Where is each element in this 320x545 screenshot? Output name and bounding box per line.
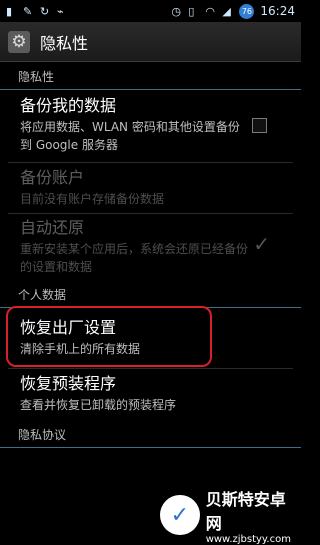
- watermark-logo-icon: ✓: [160, 495, 200, 535]
- usb-icon: ⌁: [57, 4, 64, 18]
- section-header-privacy: 隐私性: [0, 64, 301, 90]
- battery-icon: 76: [239, 3, 255, 19]
- watermark-title: 贝斯特安卓网: [205, 489, 286, 533]
- backup-checkbox[interactable]: [252, 118, 267, 133]
- section-header-personal: 个人数据: [0, 282, 301, 308]
- pref-backup-data-summary: 将应用数据、WLAN 密码和其他设置备份到 Google 服务器: [20, 120, 240, 152]
- status-right: ◷ ▯ ◠ ◢ 76 16:24: [171, 3, 295, 19]
- pref-restore-preinstalled-summary: 查看并恢复已卸载的预装程序: [20, 398, 177, 412]
- pref-backup-account-summary: 目前没有账户存储备份数据: [20, 192, 165, 206]
- divider: [8, 368, 293, 369]
- pref-backup-account[interactable]: 备份账户 目前没有账户存储备份数据: [0, 168, 301, 208]
- page-title: 隐私性: [40, 33, 89, 53]
- auto-restore-check-icon[interactable]: ✓: [253, 232, 270, 256]
- pref-backup-data-title: 备份我的数据: [20, 96, 117, 115]
- sync-icon: ↻: [40, 4, 50, 18]
- watermark-url: www.zjbstyy.com: [205, 533, 291, 545]
- status-left: ▮ ✎ ↻ ⌁: [6, 6, 68, 17]
- silent-icon: ▯: [188, 4, 195, 18]
- watermark: ✓ 贝斯特安卓网 www.zjbstyy.com: [160, 490, 301, 545]
- pref-auto-restore-summary: 重新安装某个应用后，系统会还原已经备份的设置和数据: [20, 242, 249, 274]
- pref-restore-preinstalled[interactable]: 恢复预装程序 查看并恢复已卸载的预装程序: [0, 374, 301, 414]
- gear-icon[interactable]: ⚙: [8, 30, 30, 53]
- edit-icon: ✎: [23, 4, 33, 18]
- status-time: 16:24: [260, 4, 295, 18]
- status-bar: ▮ ✎ ↻ ⌁ ◷ ▯ ◠ ◢ 76 16:24: [0, 0, 301, 22]
- signal-icon: ◢: [222, 4, 231, 18]
- action-bar: ⚙ 隐私性: [0, 22, 301, 62]
- wifi-icon: ◠: [205, 4, 216, 18]
- divider: [8, 213, 293, 214]
- sd-card-icon: ▮: [6, 4, 13, 18]
- section-header-agreement[interactable]: 隐私协议: [0, 422, 301, 448]
- highlight-box: [6, 306, 212, 367]
- divider: [8, 162, 293, 163]
- pref-auto-restore-title: 自动还原: [20, 218, 85, 237]
- clock-alarm-icon: ◷: [171, 4, 182, 18]
- pref-restore-preinstalled-title: 恢复预装程序: [20, 374, 117, 393]
- watermark-text: 贝斯特安卓网 www.zjbstyy.com: [206, 486, 301, 545]
- pref-backup-account-title: 备份账户: [20, 168, 85, 187]
